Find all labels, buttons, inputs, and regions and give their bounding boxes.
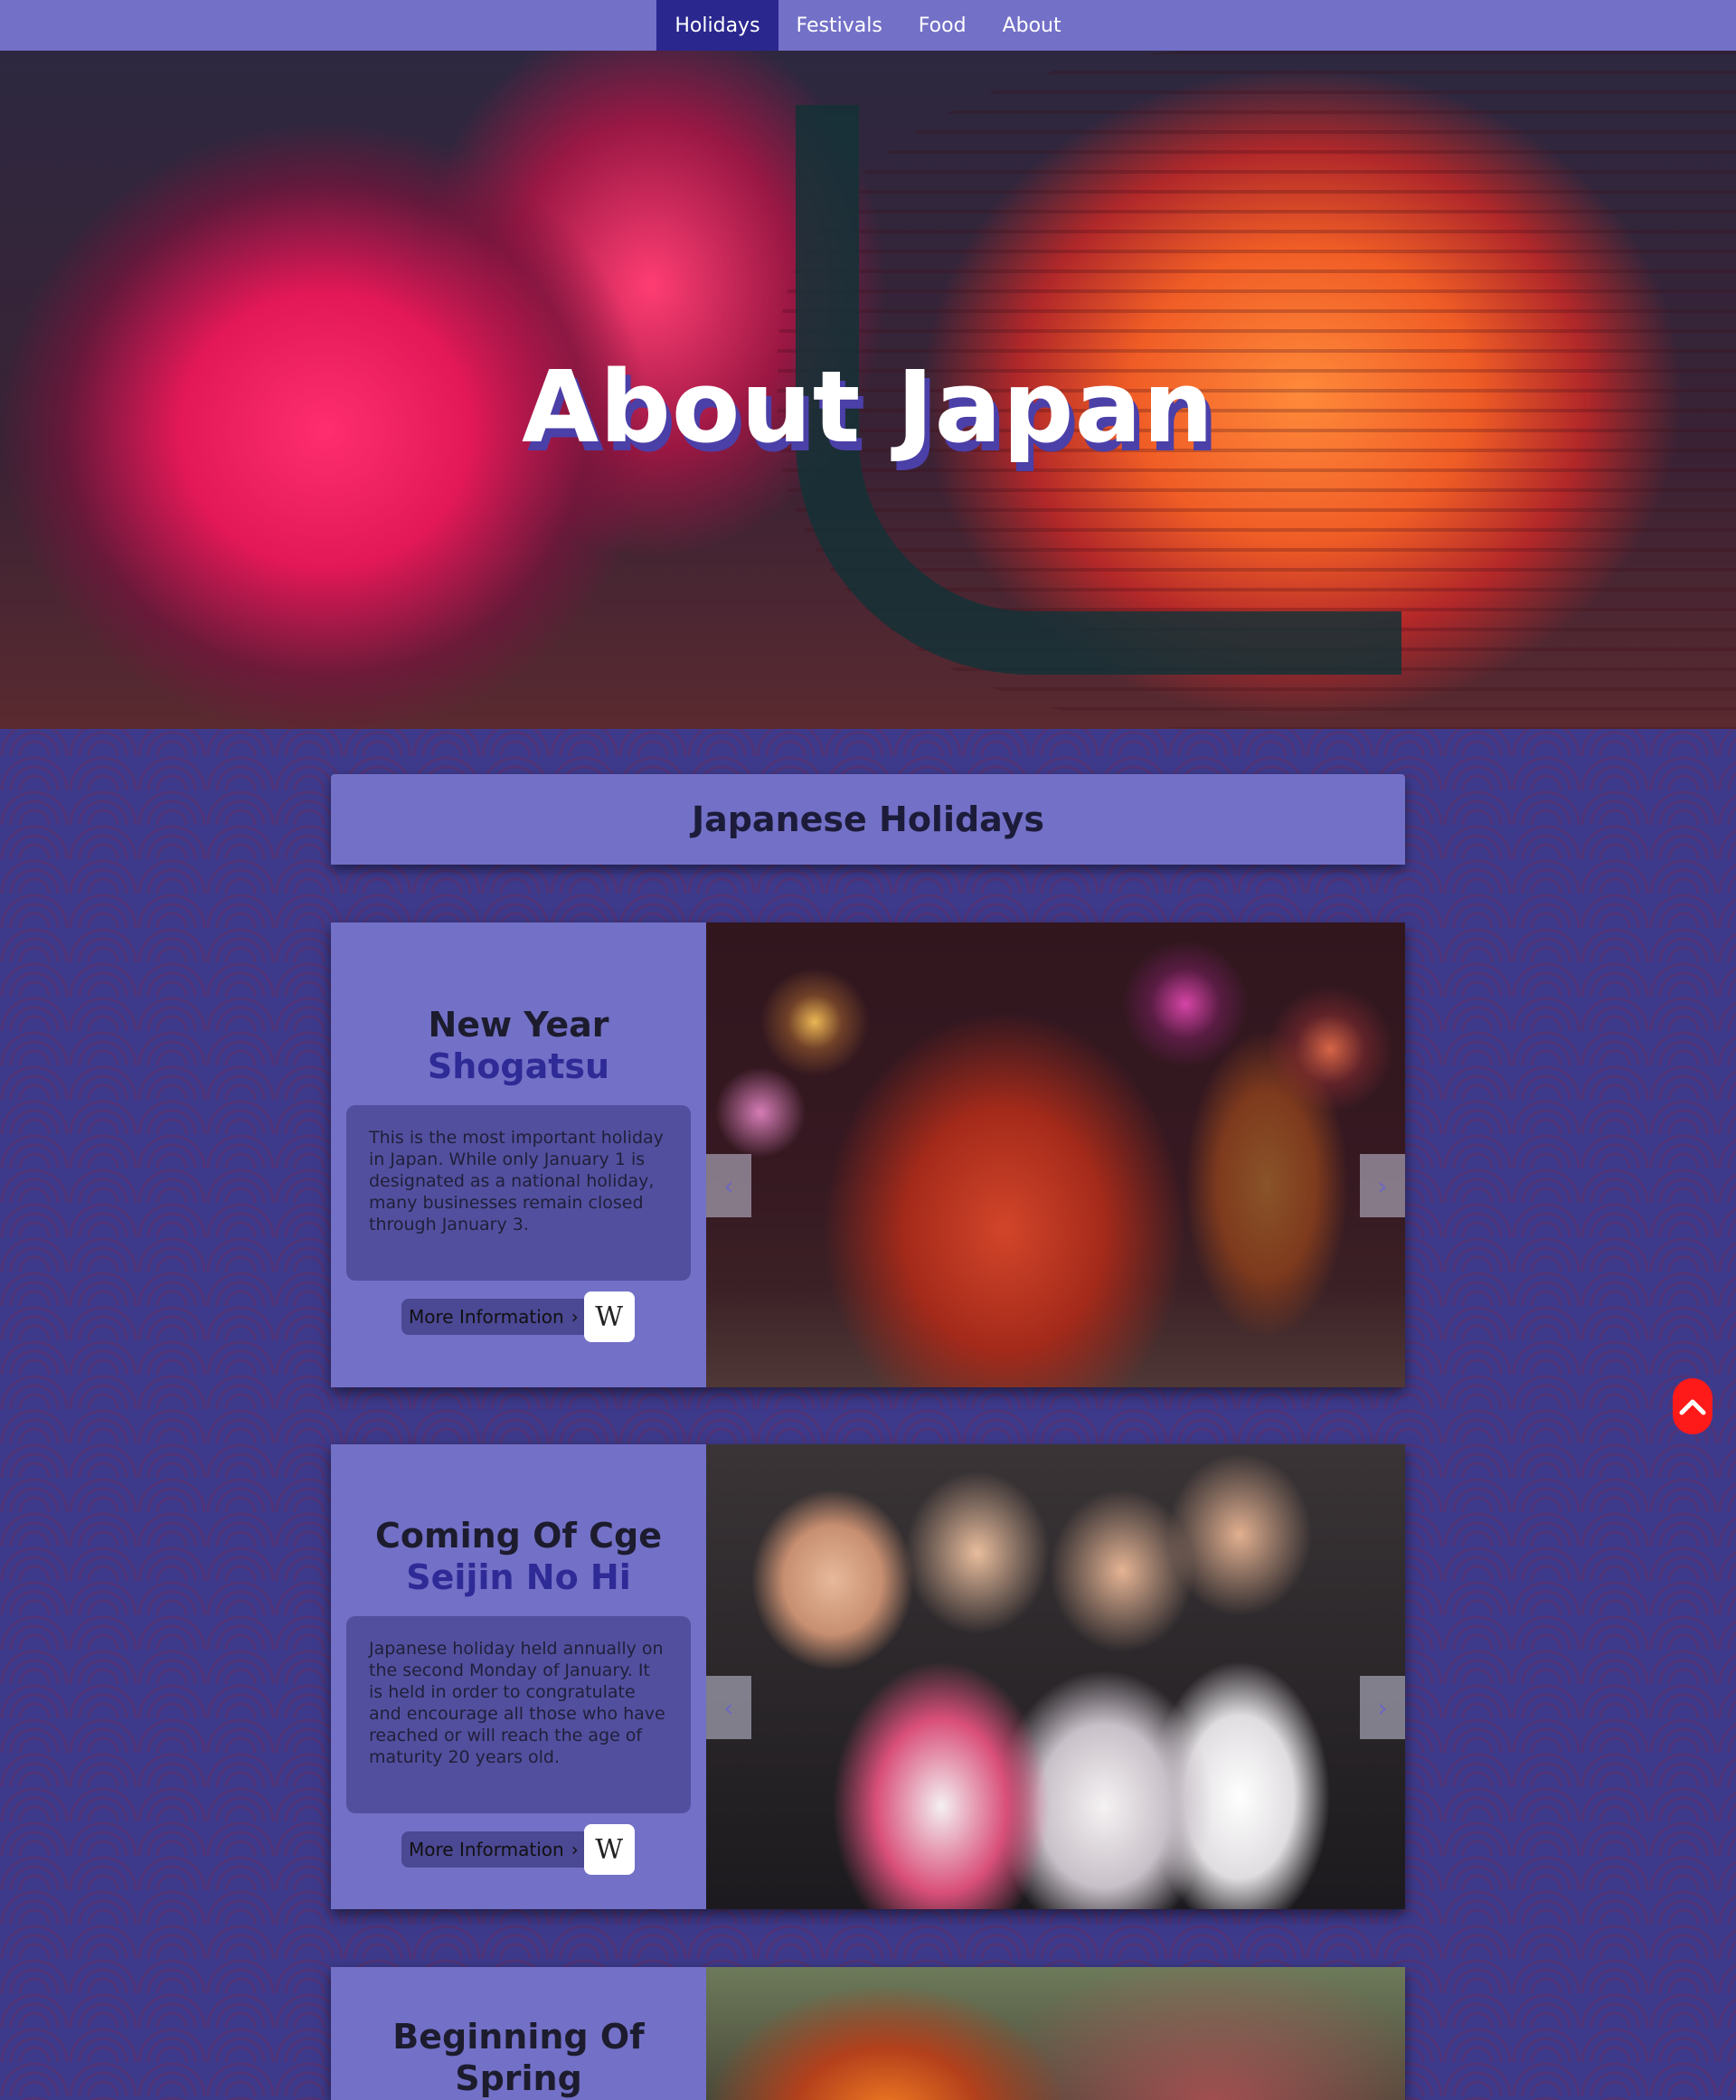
scroll-to-top-button[interactable]	[1673, 1378, 1712, 1434]
nav-item-holidays[interactable]: Holidays	[656, 0, 778, 51]
chevron-right-icon: ›	[571, 1306, 579, 1328]
chevron-left-icon: ‹	[723, 1692, 734, 1723]
card-title: New Year Shogatsu	[331, 1004, 706, 1087]
card-title: Coming Of Cge Seijin No Hi	[331, 1515, 706, 1598]
wikipedia-icon[interactable]: W	[583, 1291, 635, 1342]
holiday-card: Beginning Of Spring	[331, 1967, 1405, 2100]
more-info-label: More Information	[409, 1839, 564, 1860]
carousel-prev-button[interactable]: ‹	[706, 1676, 751, 1739]
card-carousel: ‹ ›	[706, 1444, 1405, 1909]
chevron-right-icon: ›	[571, 1839, 579, 1860]
more-info-row: More Information › W	[401, 1824, 635, 1875]
holiday-card: Coming Of Cge Seijin No Hi Japanese holi…	[331, 1444, 1405, 1909]
card-info: Beginning Of Spring	[331, 1967, 706, 2100]
temple-fireworks-image	[706, 922, 1405, 1387]
section-header: Japanese Holidays	[331, 774, 1405, 865]
card-description: This is the most important holiday in Ja…	[346, 1105, 691, 1281]
section-title: Japanese Holidays	[691, 799, 1045, 839]
more-info-row: More Information › W	[401, 1291, 635, 1342]
spring-fire-image	[706, 1967, 1405, 2100]
more-info-button[interactable]: More Information ›	[401, 1299, 586, 1335]
carousel-next-button[interactable]: ›	[1360, 1154, 1405, 1217]
chevron-up-icon	[1679, 1399, 1706, 1415]
card-info: Coming Of Cge Seijin No Hi Japanese holi…	[331, 1444, 706, 1909]
coming-of-age-group-image	[706, 1444, 1405, 1909]
more-info-label: More Information	[409, 1306, 564, 1328]
card-subtitle: Shogatsu	[427, 1046, 610, 1086]
more-info-button[interactable]: More Information ›	[401, 1831, 586, 1868]
card-carousel	[706, 1967, 1405, 2100]
card-title-main: Coming Of Cge	[374, 1516, 663, 1556]
card-description: Japanese holiday held annually on the se…	[346, 1616, 691, 1813]
nav-item-food[interactable]: Food	[901, 0, 985, 51]
wikipedia-icon[interactable]: W	[583, 1824, 635, 1875]
carousel-prev-button[interactable]: ‹	[706, 1154, 751, 1217]
chevron-left-icon: ‹	[723, 1170, 734, 1201]
nav-item-festivals[interactable]: Festivals	[778, 0, 901, 51]
card-carousel: ‹ ›	[706, 922, 1405, 1387]
card-title: Beginning Of Spring	[331, 2016, 706, 2099]
chevron-right-icon: ›	[1377, 1170, 1388, 1201]
card-title-main: New Year	[428, 1005, 609, 1045]
card-info: New Year Shogatsu This is the most impor…	[331, 922, 706, 1387]
carousel-next-button[interactable]: ›	[1360, 1676, 1405, 1739]
holiday-card: New Year Shogatsu This is the most impor…	[331, 922, 1405, 1387]
chevron-right-icon: ›	[1377, 1692, 1388, 1723]
top-nav: Holidays Festivals Food About	[0, 0, 1736, 51]
hero-title: About Japan	[521, 349, 1215, 465]
hero-banner: About Japan	[0, 51, 1736, 729]
card-subtitle: Seijin No Hi	[406, 1557, 631, 1597]
nav-item-about[interactable]: About	[985, 0, 1080, 51]
card-title-main: Beginning Of Spring	[392, 2017, 645, 2098]
